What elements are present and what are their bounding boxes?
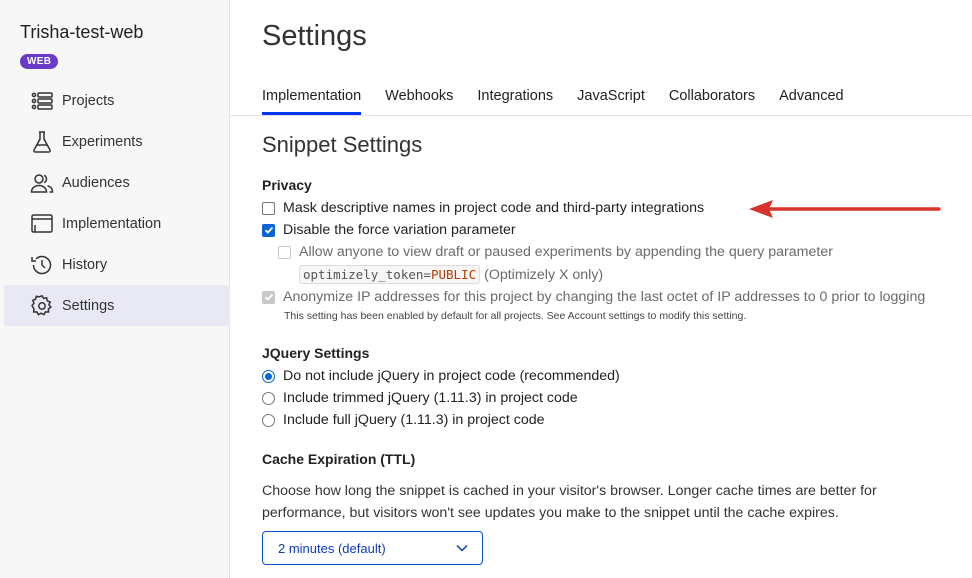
project-name: Trisha-test-web <box>20 22 144 42</box>
token-line: optimizely_token=PUBLIC (Optimizely X on… <box>299 265 603 284</box>
anonymize-ip-label: Anonymize IP addresses for this project … <box>283 289 926 305</box>
tabs-divider <box>230 115 972 116</box>
anonymize-note: This setting has been enabled by default… <box>284 310 747 322</box>
sidebar-item-settings[interactable]: Settings <box>4 285 230 326</box>
token-code: optimizely_token=PUBLIC <box>299 265 481 284</box>
sidebar-item-label: Implementation <box>62 215 162 232</box>
disable-force-option: Disable the force variation parameter <box>262 222 516 238</box>
tab-webhooks[interactable]: Webhooks <box>385 78 453 115</box>
project-type-badge: WEB <box>20 54 59 69</box>
main-content: Settings Implementation Webhooks Integra… <box>230 0 972 578</box>
history-icon <box>30 253 54 277</box>
page-title: Settings <box>262 20 367 52</box>
disable-force-checkbox[interactable] <box>262 223 275 237</box>
window-icon <box>30 212 54 236</box>
chevron-down-icon <box>456 544 468 552</box>
allow-anyone-option: Allow anyone to view draft or paused exp… <box>278 244 833 260</box>
sidebar-item-label: History <box>62 256 108 273</box>
flask-icon <box>30 130 54 154</box>
sidebar-item-projects[interactable]: Projects <box>4 80 230 121</box>
disable-force-label[interactable]: Disable the force variation parameter <box>283 222 516 238</box>
section-title: Snippet Settings <box>262 132 423 157</box>
cache-ttl-select[interactable]: 2 minutes (default) <box>262 531 483 565</box>
tab-integrations[interactable]: Integrations <box>477 78 553 115</box>
tab-implementation[interactable]: Implementation <box>262 78 362 115</box>
jquery-full-radio[interactable] <box>262 413 275 427</box>
token-suffix: (Optimizely X only) <box>484 266 604 283</box>
allow-anyone-label: Allow anyone to view draft or paused exp… <box>299 244 833 260</box>
mask-names-option: Mask descriptive names in project code a… <box>262 200 704 216</box>
check-icon <box>264 226 273 234</box>
sidebar-item-history[interactable]: History <box>4 244 230 285</box>
settings-tabs: Implementation Webhooks Integrations Jav… <box>262 78 868 115</box>
sidebar-item-label: Audiences <box>62 174 130 191</box>
mask-names-label[interactable]: Mask descriptive names in project code a… <box>283 200 704 216</box>
anonymize-ip-checkbox[interactable] <box>262 290 275 304</box>
jquery-option-full: Include full jQuery (1.11.3) in project … <box>262 412 545 428</box>
list-icon <box>30 89 54 113</box>
cache-description: Choose how long the snippet is cached in… <box>262 483 877 521</box>
annotation-arrow-icon <box>749 200 941 218</box>
sidebar-item-implementation[interactable]: Implementation <box>4 203 230 244</box>
sidebar-item-label: Settings <box>62 297 115 314</box>
check-icon <box>264 293 273 301</box>
sidebar-item-label: Experiments <box>62 133 143 150</box>
jquery-trimmed-label[interactable]: Include trimmed jQuery (1.11.3) in proje… <box>283 390 578 406</box>
token-code-key: optimizely_token= <box>303 267 431 282</box>
sidebar-nav: Projects Experiments Audiences Implement… <box>4 80 230 326</box>
jquery-option-none: Do not include jQuery in project code (r… <box>262 368 620 384</box>
sidebar-item-experiments[interactable]: Experiments <box>4 121 230 162</box>
privacy-heading: Privacy <box>262 177 312 193</box>
tab-advanced[interactable]: Advanced <box>779 78 844 115</box>
cache-heading: Cache Expiration (TTL) <box>262 451 416 467</box>
people-icon <box>30 171 54 195</box>
token-code-value: PUBLIC <box>430 267 477 282</box>
tab-javascript[interactable]: JavaScript <box>577 78 645 115</box>
sidebar-item-audiences[interactable]: Audiences <box>4 162 230 203</box>
anonymize-ip-option: Anonymize IP addresses for this project … <box>262 289 925 305</box>
jquery-option-trimmed: Include trimmed jQuery (1.11.3) in proje… <box>262 390 578 406</box>
sidebar-item-label: Projects <box>62 92 115 109</box>
cache-ttl-value: 2 minutes (default) <box>278 540 386 556</box>
jquery-heading: JQuery Settings <box>262 345 370 361</box>
mask-names-checkbox[interactable] <box>262 201 275 215</box>
allow-anyone-checkbox[interactable] <box>278 245 291 259</box>
tab-collaborators[interactable]: Collaborators <box>669 78 755 115</box>
jquery-trimmed-radio[interactable] <box>262 391 275 405</box>
jquery-full-label[interactable]: Include full jQuery (1.11.3) in project … <box>283 412 545 428</box>
sidebar: Trisha-test-web WEB Projects Experiments <box>0 0 230 578</box>
gear-icon <box>30 294 54 318</box>
jquery-none-label[interactable]: Do not include jQuery in project code (r… <box>283 368 620 384</box>
jquery-none-radio[interactable] <box>262 369 275 383</box>
